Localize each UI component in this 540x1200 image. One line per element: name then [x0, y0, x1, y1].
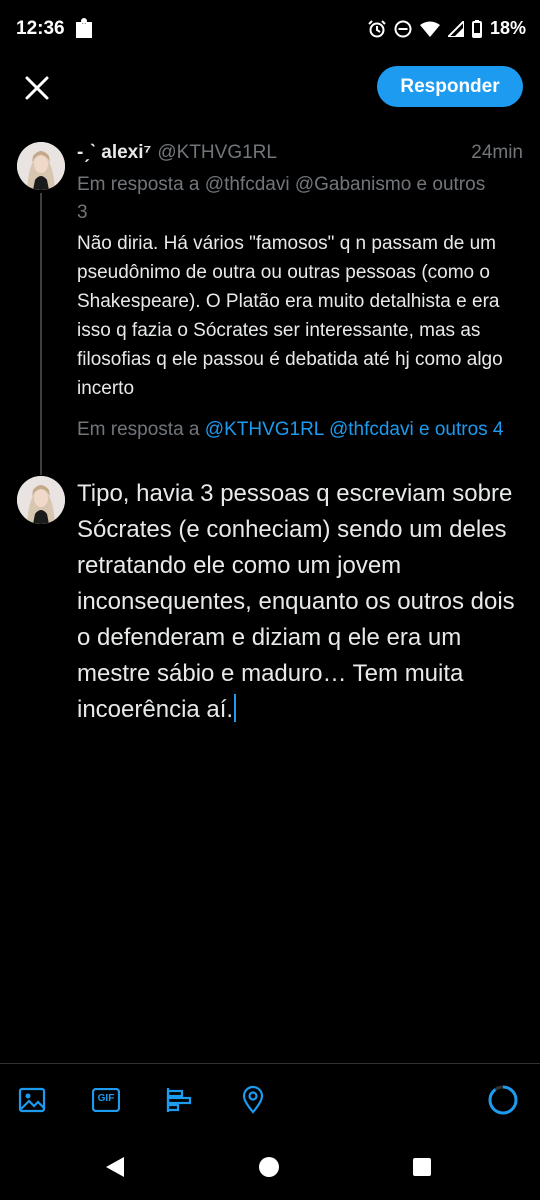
dnd-icon — [394, 20, 412, 37]
replying-to-info[interactable]: Em resposta a @KTHVG1RL @thfcdavi e outr… — [77, 416, 527, 444]
notification-icon — [76, 18, 92, 38]
replying-to-original: Em resposta a @thfcdavi @Gabanismo e out… — [77, 174, 486, 223]
battery-icon — [471, 19, 482, 38]
recents-button[interactable] — [413, 1158, 431, 1176]
compose-text: Tipo, havia 3 pessoas q escreviam sobre … — [77, 480, 515, 723]
compose-avatar — [17, 476, 65, 524]
signal-icon — [447, 20, 464, 37]
close-icon[interactable] — [22, 73, 52, 103]
author-name[interactable]: -ˏˋ alexi⁷ — [77, 142, 151, 163]
battery-percent: 18% — [489, 18, 526, 38]
thread-line — [40, 193, 42, 475]
image-icon[interactable] — [17, 1085, 47, 1115]
home-button[interactable] — [259, 1157, 279, 1177]
original-tweet-text: Não diria. Há vários "famosos" q n passa… — [77, 233, 503, 399]
status-time: 12:36 — [16, 18, 65, 39]
status-bar: 12:36 18% — [0, 0, 540, 60]
reply-button[interactable]: Responder — [377, 66, 523, 107]
poll-icon[interactable] — [164, 1085, 194, 1115]
gif-label: GIF — [97, 1093, 115, 1104]
replying-prefix: Em resposta a — [77, 419, 200, 440]
replying-targets[interactable]: @KTHVG1RL @thfcdavi e outros 4 — [205, 419, 504, 440]
author-handle[interactable]: @KTHVG1RL — [157, 142, 277, 163]
text-cursor — [234, 694, 237, 722]
tweet-time: 24min — [471, 142, 523, 163]
gif-button[interactable]: GIF — [91, 1085, 121, 1115]
toolbar-divider — [0, 1063, 540, 1064]
navigation-bar — [0, 1138, 540, 1200]
back-icon[interactable] — [104, 1155, 126, 1179]
alarm-icon — [368, 19, 386, 37]
tweet-header: -ˏˋ alexi⁷ @KTHVG1RL 24min — [77, 142, 527, 164]
compose-textarea[interactable]: Tipo, havia 3 pessoas q escreviam sobre … — [77, 476, 532, 728]
location-icon[interactable] — [238, 1085, 268, 1115]
character-count-icon — [488, 1085, 518, 1115]
wifi-icon — [419, 21, 440, 37]
status-icons: 18% — [368, 18, 526, 39]
avatar[interactable] — [17, 142, 65, 190]
